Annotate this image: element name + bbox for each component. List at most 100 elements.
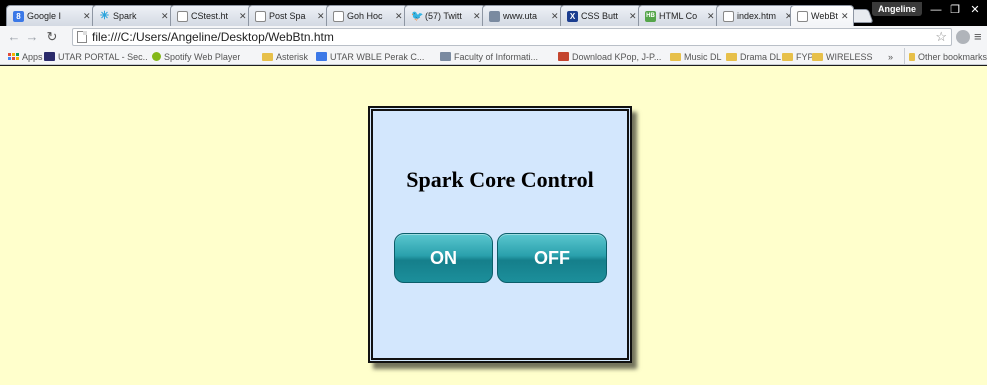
html-icon: HB — [645, 10, 656, 22]
tab-post-spark[interactable]: Post Spa ✕ — [248, 5, 330, 26]
on-button[interactable]: ON — [394, 233, 493, 283]
extension-icon[interactable] — [956, 30, 970, 44]
image-icon — [489, 10, 500, 22]
page-icon — [797, 10, 808, 22]
bookmarks-overflow-button[interactable]: » — [888, 48, 893, 65]
page-title: Spark Core Control — [406, 167, 594, 192]
tab-goh-hock[interactable]: Goh Hoc ✕ — [326, 5, 408, 26]
close-icon[interactable]: ✕ — [473, 11, 481, 22]
page-viewport: Spark Core Control ON OFF — [0, 66, 987, 385]
tab-spark[interactable]: ✳ Spark ✕ — [92, 5, 174, 26]
profile-button[interactable]: Angeline — [872, 2, 923, 16]
twitter-icon: 🐦 — [411, 10, 424, 22]
bookmark-kpop[interactable]: Download KPop, J-P... — [558, 48, 670, 65]
tab-label: index.htm — [737, 11, 777, 21]
bookmark-label: Drama DL — [740, 51, 782, 62]
forward-icon[interactable]: → — [24, 29, 40, 45]
close-icon[interactable]: ✕ — [161, 11, 169, 22]
close-icon[interactable]: ✕ — [317, 11, 325, 22]
tab-label: Google I — [27, 11, 62, 21]
folder-icon — [909, 52, 915, 61]
address-bar[interactable]: file:///C:/Users/Angeline/Desktop/WebBtn… — [72, 28, 952, 46]
close-window-icon[interactable]: ✕ — [966, 2, 984, 18]
page-icon — [255, 10, 266, 22]
back-icon[interactable]: ← — [6, 29, 22, 45]
bookmark-utar-portal[interactable]: UTAR PORTAL - Sec... — [44, 48, 148, 65]
google-icon: 8 — [13, 10, 24, 22]
bookmark-music-dl[interactable]: Music DL — [670, 48, 722, 65]
tab-label: CSS Butt — [581, 11, 619, 21]
reload-icon[interactable]: ↻ — [44, 29, 60, 45]
bookmark-label: Faculty of Informati... — [454, 51, 539, 62]
css-icon: X — [567, 10, 578, 22]
bookmark-drama-dl[interactable]: Drama DL — [726, 48, 781, 65]
bookmark-star-icon[interactable]: ☆ — [935, 29, 947, 45]
bookmark-label: Download KPop, J-P... — [572, 51, 662, 62]
wble-icon — [316, 52, 327, 61]
close-icon[interactable]: ✕ — [395, 11, 403, 22]
tab-label: Spark — [113, 11, 137, 21]
folder-icon — [262, 52, 273, 61]
tab-utar[interactable]: www.uta ✕ — [482, 5, 564, 26]
page-icon — [177, 10, 188, 22]
bookmark-spotify[interactable]: Spotify Web Player — [152, 48, 240, 65]
tab-index[interactable]: index.htm ✕ — [716, 5, 798, 26]
bookmark-label: Music DL — [684, 51, 722, 62]
spark-icon: ✳ — [99, 9, 110, 22]
folder-icon — [782, 52, 793, 61]
page-icon — [333, 10, 344, 22]
bookmark-label: FYP — [796, 51, 814, 62]
minimize-icon[interactable]: — — [927, 2, 945, 18]
menu-icon[interactable]: ≡ — [974, 28, 982, 46]
page-icon — [77, 31, 87, 43]
tab-label: HTML Co — [659, 11, 698, 21]
close-icon[interactable]: ✕ — [83, 11, 91, 22]
folder-icon — [726, 52, 737, 61]
tab-google[interactable]: 8 Google I ✕ — [6, 5, 96, 26]
bookmark-asterisk[interactable]: Asterisk — [262, 48, 308, 65]
bookmark-label: UTAR WBLE Perak C... — [330, 51, 425, 62]
tab-twitter[interactable]: 🐦 (57) Twitt ✕ — [404, 5, 486, 26]
tab-label: Post Spa — [269, 11, 306, 21]
page-icon — [723, 10, 734, 22]
bookmark-label: Asterisk — [276, 51, 309, 62]
bookmark-label: Other bookmarks — [917, 51, 987, 62]
close-icon[interactable]: ✕ — [551, 11, 559, 22]
close-icon[interactable]: ✕ — [239, 11, 247, 22]
spotify-icon — [152, 52, 161, 61]
bookmark-utar-wble[interactable]: UTAR WBLE Perak C... — [316, 48, 434, 65]
apps-icon — [8, 53, 19, 60]
maximize-icon[interactable]: ❐ — [946, 2, 964, 18]
bookmark-wireless[interactable]: WIRELESS — [812, 48, 873, 65]
folder-icon — [812, 52, 823, 61]
bookmark-label: Spotify Web Player — [164, 51, 241, 62]
tab-label: Goh Hoc — [347, 11, 383, 21]
toolbar: ← → ↻ file:///C:/Users/Angeline/Desktop/… — [0, 26, 987, 48]
close-icon[interactable]: ✕ — [629, 11, 637, 22]
folder-icon — [670, 52, 681, 61]
tab-css-buttons[interactable]: X CSS Butt ✕ — [560, 5, 642, 26]
bookmark-label: UTAR PORTAL - Sec... — [58, 51, 148, 62]
off-button[interactable]: OFF — [497, 233, 607, 283]
close-icon[interactable]: ✕ — [841, 11, 849, 22]
more-icon: » — [888, 51, 894, 62]
tab-label: CStest.ht — [191, 11, 229, 21]
bookmark-apps[interactable]: Apps — [8, 48, 43, 65]
bookmark-other[interactable]: Other bookmarks — [904, 48, 987, 65]
bookmark-label: WIRELESS — [826, 51, 873, 62]
utar-icon — [44, 52, 55, 61]
tab-label: www.uta — [503, 11, 538, 21]
url-text: file:///C:/Users/Angeline/Desktop/WebBtn… — [92, 30, 334, 44]
tab-cstest[interactable]: CStest.ht ✕ — [170, 5, 252, 26]
faculty-icon — [440, 52, 451, 61]
bookmark-fyp[interactable]: FYP — [782, 48, 814, 65]
close-icon[interactable]: ✕ — [707, 11, 715, 22]
bookmark-label: Apps — [22, 51, 43, 62]
bookmark-faculty[interactable]: Faculty of Informati... — [440, 48, 546, 65]
tab-strip: 8 Google I ✕ ✳ Spark ✕ CStest.ht ✕ Post … — [0, 0, 987, 26]
tab-label: (57) Twitt — [425, 11, 462, 21]
tab-html-code[interactable]: HB HTML Co ✕ — [638, 5, 720, 26]
tab-webbtn[interactable]: WebBtn.l ✕ — [790, 5, 854, 26]
control-panel: Spark Core Control ON OFF — [368, 106, 632, 363]
tab-label: WebBtn.l — [811, 11, 838, 21]
